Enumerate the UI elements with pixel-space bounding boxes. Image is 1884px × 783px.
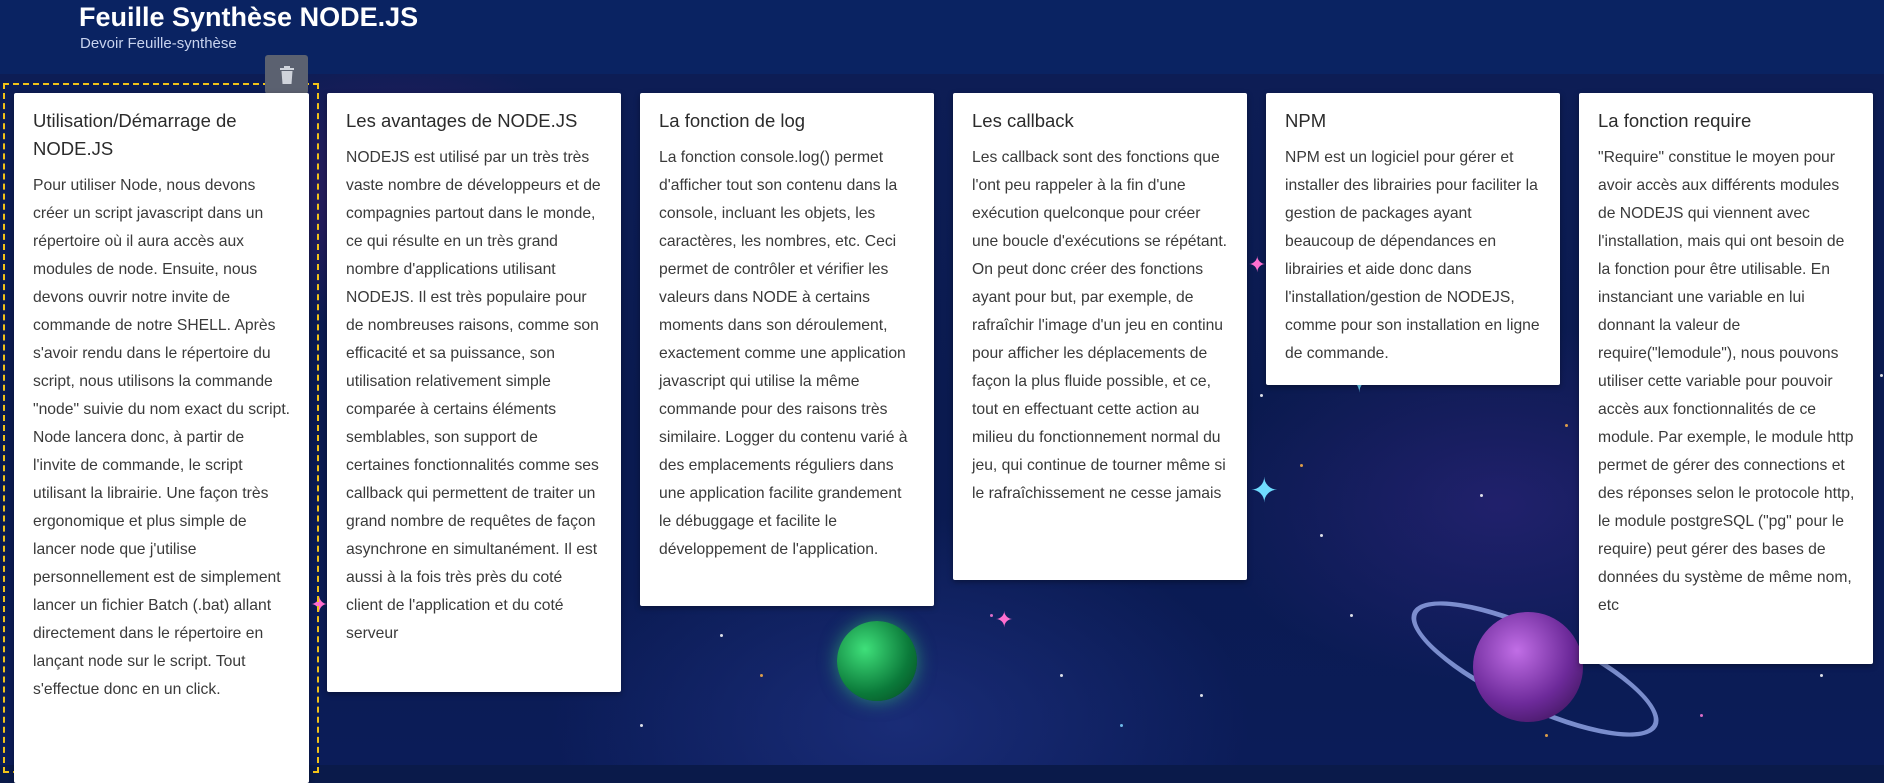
sparkle-icon: ✦ [1250,472,1279,510]
purple-planet [1473,612,1583,722]
card-log[interactable]: La fonction de log La fonction console.l… [640,93,934,606]
card-require[interactable]: La fonction require "Require" constitue … [1579,93,1873,664]
card-title: NPM [1285,110,1327,131]
card-body: NODEJS est utilisé par un très très vast… [346,149,601,642]
card-avantages[interactable]: Les avantages de NODE.JS NODEJS est util… [327,93,621,692]
card-body: "Require" constitue le moyen pour avoir … [1598,149,1855,614]
card-body: NPM est un logiciel pour gérer et instal… [1285,149,1540,362]
delete-button[interactable] [265,55,308,94]
card-title: La fonction de log [659,110,806,131]
page-title: Feuille Synthèse NODE.JS [79,2,419,32]
page-subtitle: Devoir Feuille-synthèse [80,35,237,52]
card-npm[interactable]: NPM NPM est un logiciel pour gérer et in… [1266,93,1560,385]
sparkle-icon: ✦ [310,592,329,617]
card-callback[interactable]: Les callback Les callback sont des fonct… [953,93,1247,580]
card-body: La fonction console.log() permet d'affic… [659,149,908,558]
card-title: Les callback [972,110,1074,131]
card-body: Pour utiliser Node, nous devons créer un… [33,177,291,698]
trash-icon [279,65,294,84]
card-utilisation[interactable]: Utilisation/Démarrage de NODE.JS Pour ut… [14,93,309,783]
card-body: Les callback sont des fonctions que l'on… [972,149,1228,502]
card-title: Les avantages de NODE.JS [346,110,578,131]
card-title: Utilisation/Démarrage de NODE.JS [33,110,237,159]
sparkle-icon: ✦ [995,607,1014,632]
card-title: La fonction require [1598,110,1752,131]
sparkle-icon: ✦ [1248,252,1267,277]
green-planet [837,621,917,701]
